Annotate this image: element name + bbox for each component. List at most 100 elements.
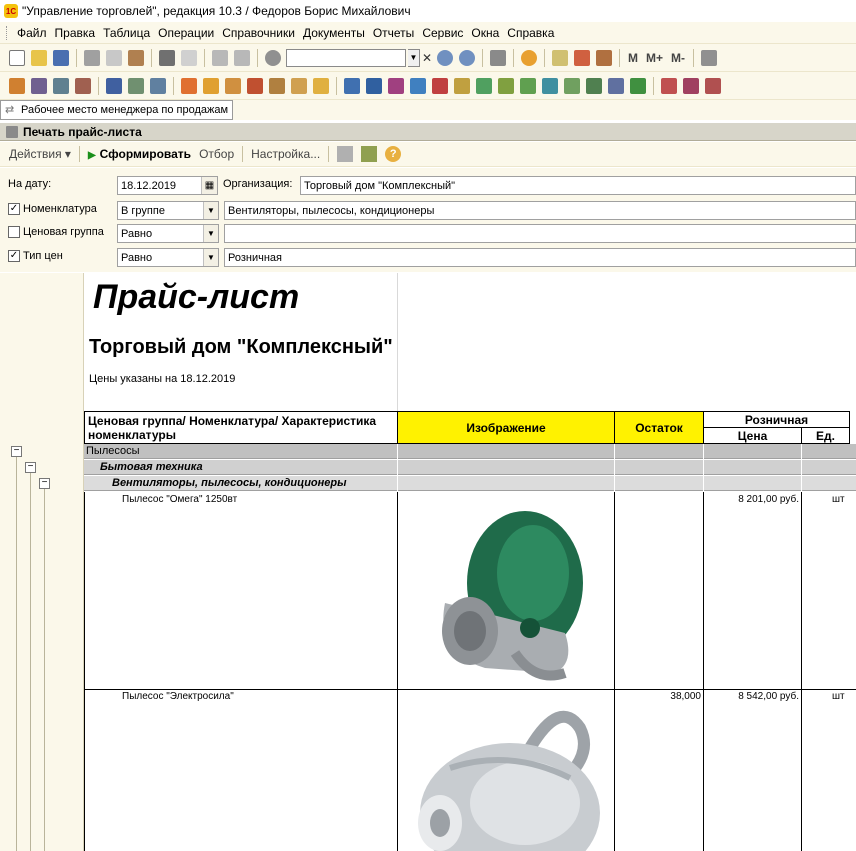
tools-icon[interactable]: [701, 49, 718, 66]
nomenclature-checkbox[interactable]: ✓: [8, 203, 20, 215]
collapse-group-icon[interactable]: −: [39, 478, 50, 489]
catalog-icon[interactable]: [9, 77, 25, 94]
info-icon[interactable]: [521, 49, 537, 66]
nomenclature-value-input[interactable]: Вентиляторы, пылесосы, кондиционеры: [224, 201, 856, 220]
generate-button[interactable]: ▶ Сформировать: [84, 147, 195, 161]
document-title: Печать прайс-листа: [23, 124, 142, 139]
menu-catalogs[interactable]: Справочники: [218, 26, 299, 40]
price-type-checkbox[interactable]: ✓: [8, 250, 20, 262]
price-group-value-input[interactable]: [224, 224, 856, 243]
actions-menu[interactable]: Действия ▾: [5, 147, 75, 161]
filter-button[interactable]: Отбор: [195, 147, 238, 161]
menu-operations[interactable]: Операции: [154, 26, 218, 40]
doc-transfer-icon[interactable]: [542, 77, 558, 94]
redo-icon[interactable]: [234, 49, 250, 66]
menu-service[interactable]: Сервис: [418, 26, 467, 40]
doc-excel-icon[interactable]: [630, 77, 646, 94]
panel-toolbar: [0, 72, 856, 100]
doc-check-icon[interactable]: [564, 77, 580, 94]
find-prev-icon[interactable]: [459, 49, 475, 66]
chevron-down-icon[interactable]: ▼: [203, 225, 218, 242]
settings-button[interactable]: Настройка...: [247, 147, 324, 161]
menu-documents[interactable]: Документы: [299, 26, 369, 40]
doc-move-icon[interactable]: [410, 77, 426, 94]
search-icon[interactable]: [265, 49, 281, 66]
menu-help[interactable]: Справка: [503, 26, 558, 40]
report-spreadsheet[interactable]: − − − Прайс-лист Торговый дом "Комплексн…: [0, 273, 856, 851]
cash-icon[interactable]: [269, 77, 285, 94]
doc-assembly-icon[interactable]: [476, 77, 492, 94]
save-icon[interactable]: [53, 49, 69, 66]
doc-incoming-icon[interactable]: [344, 77, 360, 94]
doc-analysis-icon[interactable]: [608, 77, 624, 94]
doc-writeoff-icon[interactable]: [432, 77, 448, 94]
help-icon[interactable]: ?: [385, 146, 402, 162]
memory-minus-button[interactable]: M-: [671, 51, 685, 65]
calendar-button-icon[interactable]: ▦: [201, 177, 217, 194]
user-group-icon[interactable]: [683, 77, 699, 94]
search-dropdown-icon[interactable]: ▼: [408, 48, 420, 67]
header-stock: Остаток: [614, 411, 704, 444]
windows-icon[interactable]: [490, 49, 506, 66]
price-group-condition-select[interactable]: Равно ▼: [117, 224, 219, 243]
doc-inventory-icon[interactable]: [454, 77, 470, 94]
nomenclature-condition-select[interactable]: В группе ▼: [117, 201, 219, 220]
vacuum-omega-image: [442, 511, 583, 681]
price-type-value-input[interactable]: Розничная: [224, 248, 856, 267]
search-input[interactable]: [286, 48, 406, 67]
clear-search-icon[interactable]: ✕: [420, 49, 434, 67]
sales-icon[interactable]: [181, 77, 197, 94]
user-settings-icon[interactable]: [705, 77, 721, 94]
users-icon[interactable]: [596, 49, 612, 66]
collapse-group-icon[interactable]: −: [25, 462, 36, 473]
warehouse-icon[interactable]: [128, 77, 144, 94]
price-type-condition-select[interactable]: Равно ▼: [117, 248, 219, 267]
copy-icon[interactable]: [106, 49, 122, 66]
doc-return-icon[interactable]: [388, 77, 404, 94]
date-input[interactable]: 18.12.2019 ▦: [117, 176, 218, 195]
menu-reports[interactable]: Отчеты: [369, 26, 418, 40]
new-document-icon[interactable]: [9, 49, 25, 66]
report-options-icon[interactable]: [337, 146, 354, 162]
user-red-icon[interactable]: [661, 77, 677, 94]
orders-icon[interactable]: [203, 77, 219, 94]
calendar-icon[interactable]: [574, 49, 590, 66]
tab-label: Рабочее место менеджера по продажам: [21, 104, 229, 116]
report-export-icon[interactable]: [361, 146, 378, 162]
find-next-icon[interactable]: [437, 49, 453, 66]
collapse-group-icon[interactable]: −: [11, 446, 22, 457]
grouping-gutter: − − −: [0, 273, 84, 851]
tab-sales-manager-workspace[interactable]: ⇄ Рабочее место менеджера по продажам: [0, 100, 234, 120]
menu-windows[interactable]: Окна: [467, 26, 503, 40]
chevron-down-icon[interactable]: ▼: [203, 249, 218, 266]
price-group-checkbox[interactable]: [8, 226, 20, 238]
journal-icon[interactable]: [53, 77, 69, 94]
menu-edit[interactable]: Правка: [51, 26, 100, 40]
invoices-icon[interactable]: [225, 77, 241, 94]
print-preview-icon[interactable]: [181, 49, 197, 66]
doc-report-icon[interactable]: [586, 77, 602, 94]
header-image: Изображение: [397, 411, 615, 444]
menu-table[interactable]: Таблица: [99, 26, 154, 40]
print-icon[interactable]: [159, 49, 175, 66]
cut-icon[interactable]: [84, 49, 100, 66]
doc-price-icon[interactable]: [498, 77, 514, 94]
contacts-icon[interactable]: [31, 77, 47, 94]
memory-button[interactable]: M: [628, 51, 638, 65]
register-icon[interactable]: [75, 77, 91, 94]
doc-reserve-icon[interactable]: [520, 77, 536, 94]
undo-icon[interactable]: [212, 49, 228, 66]
org-input[interactable]: Торговый дом "Комплексный": [300, 176, 856, 195]
chevron-down-icon[interactable]: ▼: [203, 202, 218, 219]
doc-outgoing-icon[interactable]: [366, 77, 382, 94]
paste-icon[interactable]: [128, 49, 144, 66]
employees-icon[interactable]: [150, 77, 166, 94]
open-folder-icon[interactable]: [31, 49, 47, 66]
calculator-icon[interactable]: [552, 49, 568, 66]
menu-file[interactable]: Файл: [13, 26, 51, 40]
partners-icon[interactable]: [106, 77, 122, 94]
payments-icon[interactable]: [247, 77, 263, 94]
memory-plus-button[interactable]: M+: [646, 51, 663, 65]
bank-icon[interactable]: [291, 77, 307, 94]
money-icon[interactable]: [313, 77, 329, 94]
